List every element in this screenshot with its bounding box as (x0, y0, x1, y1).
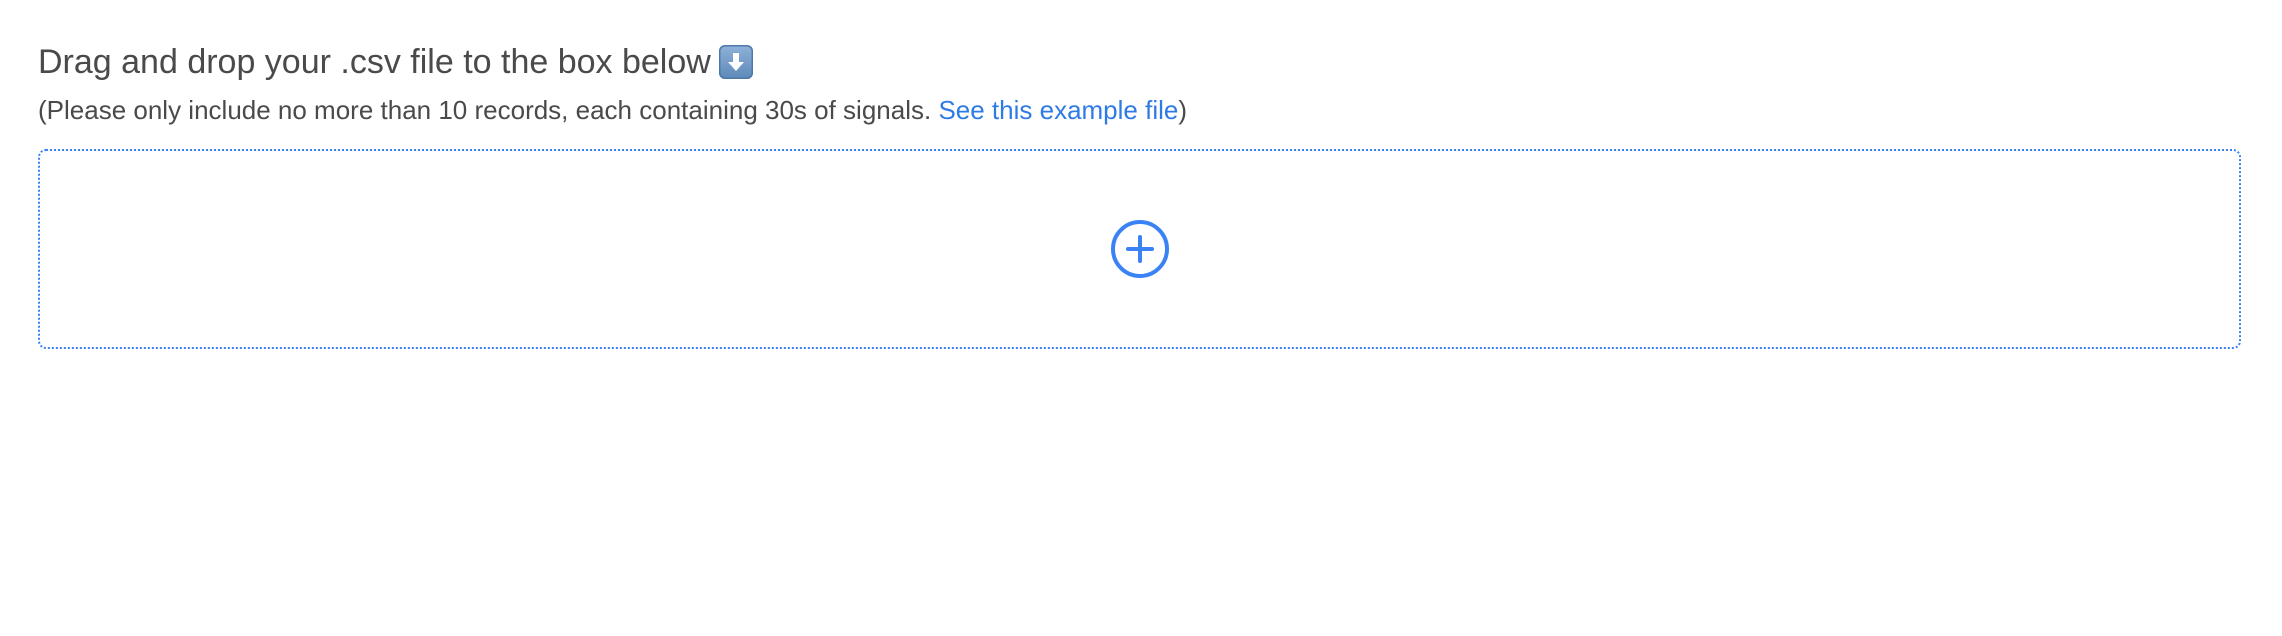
upload-instructions-close: ) (1178, 95, 1188, 125)
upload-page: Drag and drop your .csv file to the box … (0, 0, 2282, 636)
plus-circle-icon[interactable] (1110, 219, 1170, 279)
upload-instructions: (Please only include no more than 10 rec… (38, 92, 1187, 128)
upload-instructions-text: (Please only include no more than 10 rec… (38, 95, 939, 125)
down-arrow-emoji-icon (718, 45, 753, 79)
upload-heading-text: Drag and drop your .csv file to the box … (38, 43, 711, 81)
file-dropzone[interactable] (38, 149, 2241, 349)
example-file-link[interactable]: See this example file (938, 95, 1178, 125)
upload-heading: Drag and drop your .csv file to the box … (38, 40, 753, 84)
